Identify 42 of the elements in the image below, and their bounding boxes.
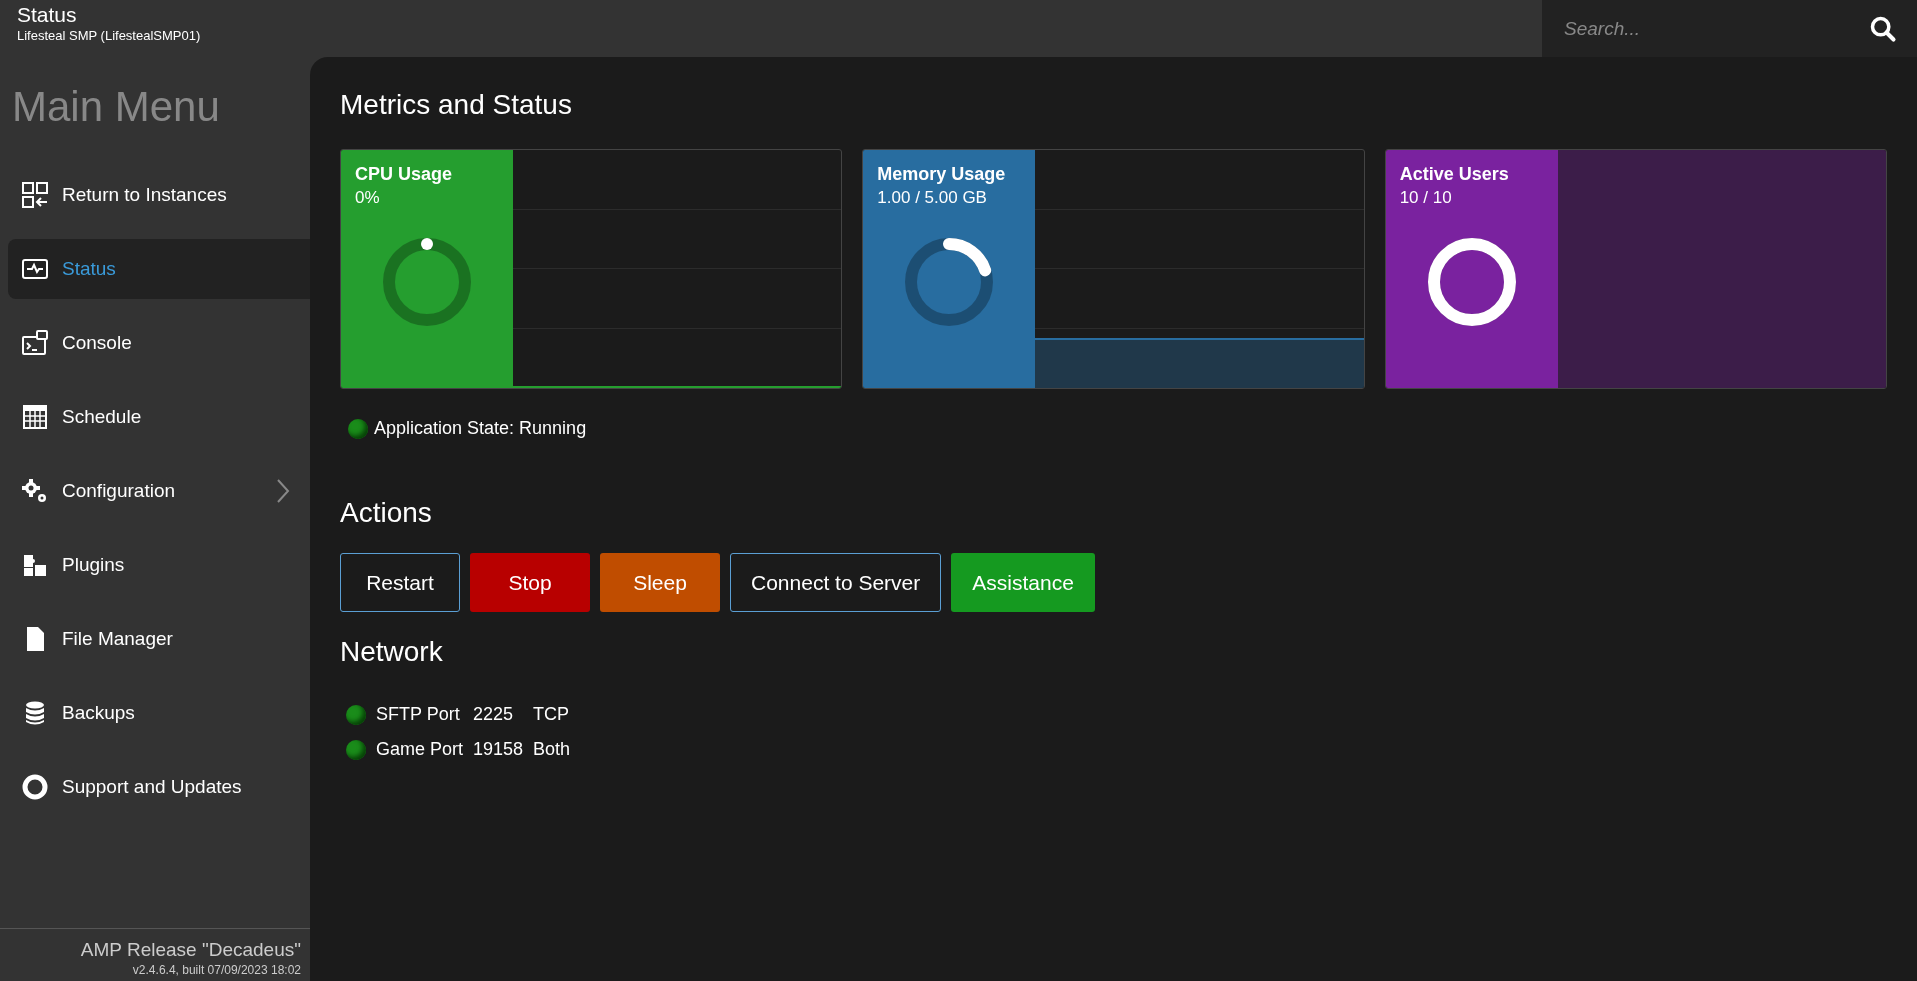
metric-title: Memory Usage (877, 164, 1007, 185)
action-button[interactable]: Restart (340, 553, 460, 612)
port-name: SFTP Port (376, 704, 461, 725)
port-protocol: TCP (533, 704, 571, 725)
page-title: Status (17, 2, 78, 28)
version-text: v2.4.6.4, built 07/09/2023 18:02 (131, 963, 301, 977)
menu-item[interactable]: File Manager (8, 609, 310, 669)
action-button[interactable]: Stop (470, 553, 590, 612)
search-field[interactable]: Search... (1562, 16, 1869, 41)
metric-title: CPU Usage (355, 164, 454, 185)
port-number: 2225 (473, 704, 515, 725)
application-state: Application State: Running (374, 418, 587, 439)
metric-value: 1.00 / 5.00 GB (877, 188, 988, 208)
console-icon (21, 329, 49, 357)
port-protocol: Both (533, 739, 571, 760)
menu-item[interactable]: Backups (8, 683, 310, 743)
section-title: Network (340, 635, 444, 669)
menu-title: Main Menu (11, 82, 221, 132)
action-button[interactable]: Assistance (951, 553, 1095, 612)
port-name: Game Port (376, 739, 464, 760)
search-icon[interactable] (1869, 14, 1897, 43)
calendar-grid-icon (21, 403, 49, 431)
metric-value: 0% (355, 188, 381, 208)
section-title: Metrics and Status (340, 88, 573, 122)
menu-item[interactable]: Return to Instances (8, 165, 310, 225)
release-name: AMP Release "Decadeus" (79, 939, 301, 961)
menu-item[interactable]: Console (8, 313, 310, 373)
action-button[interactable]: Connect to Server (730, 553, 942, 612)
menu-item[interactable]: Status (8, 239, 310, 299)
section-title: Actions (340, 496, 433, 530)
search-bar[interactable]: Search... (1542, 0, 1917, 57)
menu-item[interactable]: Schedule (8, 387, 310, 447)
metric-value: 10 / 10 (1399, 188, 1453, 208)
port-number: 19158 (473, 739, 524, 760)
action-button[interactable]: Sleep (600, 553, 720, 612)
menu-item[interactable]: Support and Updates (8, 757, 310, 817)
chevron-right-icon (276, 478, 290, 504)
metric-title: Active Users (1399, 164, 1510, 185)
menu-item[interactable]: Configuration (8, 461, 310, 521)
instance-name: Lifesteal SMP (LifestealSMP01) (17, 28, 201, 44)
menu-item[interactable]: Plugins (8, 535, 310, 595)
instances-icon (21, 181, 49, 209)
